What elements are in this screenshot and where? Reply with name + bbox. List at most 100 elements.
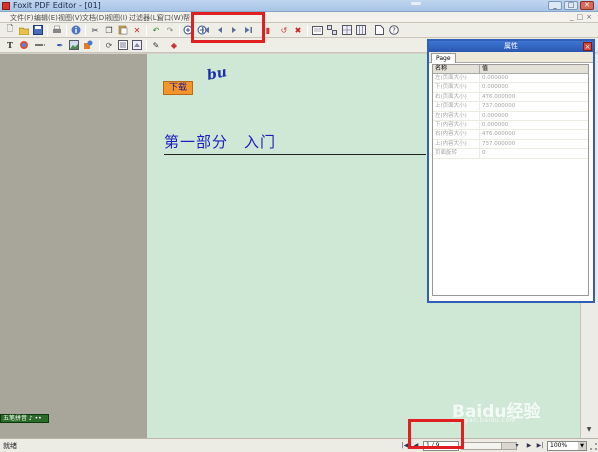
scroll-down-icon[interactable]: ▼ [583,426,595,436]
doc-minimize-button[interactable]: _ [570,13,574,21]
crop-icon[interactable]: ⟳ [103,39,115,51]
first-page-nav-icon[interactable]: |◀ [400,441,410,451]
column-name-header[interactable]: 名称 [433,65,480,73]
property-value: 476.000000 [482,93,516,100]
property-name: 左(内容大小) [433,111,480,120]
property-row[interactable]: 右(内容大小) 476.000000 [433,130,588,140]
resize-grip[interactable] [590,443,597,450]
info-icon[interactable] [70,24,82,36]
dropdown-arrow-icon[interactable]: ▾ [512,441,522,451]
property-row[interactable]: 左(页面大小) 0.000000 [433,74,588,84]
properties-table: 名称 值 左(页面大小) 0.000000 下(页面大小) 0.000000 右(页… [432,64,589,296]
horizontal-scrollbar[interactable] [461,442,517,450]
grid-icon[interactable] [341,24,353,36]
paste-icon[interactable] [117,24,129,36]
heading-underline [164,154,426,155]
property-value: 737.000000 [482,140,516,147]
last-page-nav-icon[interactable]: ▶| [535,441,545,451]
scroll-thumb[interactable] [462,443,502,449]
status-text: 就绪 [3,442,17,450]
zoom-in-icon[interactable] [182,24,194,36]
delete-page-icon[interactable]: ✖ [292,24,304,36]
title-bar: Foxit PDF Editor - [01] _ □ ✕ [0,0,598,12]
zoom-value: 100% [550,442,568,449]
open-icon[interactable] [18,24,30,36]
property-name: 页面旋转 [433,149,480,158]
property-row[interactable]: 下(页面大小) 0.000000 [433,83,588,93]
status-bar: 就绪 |◀ ◀ 1 / 9 ▾ ▶ ▶| 100% ▼ [0,438,598,452]
download-button[interactable]: 下载 [163,81,193,95]
layout-icon[interactable] [355,24,367,36]
undo-icon[interactable]: ↶ [150,24,162,36]
menu-window[interactable]: 窗口(W) [157,13,183,23]
menu-edit[interactable]: 编辑(E) [34,13,58,23]
image-icon[interactable] [68,39,80,51]
layer-icon[interactable] [131,39,143,51]
menu-document[interactable]: 文档(D) [82,13,107,23]
ime-toolbar[interactable]: 五笔拼音 ♪ •• [0,414,49,423]
property-name: 上(页面大小) [433,102,480,111]
cut-icon[interactable]: ✂ [89,24,101,36]
first-page-icon[interactable] [200,24,212,36]
doc-restore-button[interactable]: □ [577,13,584,21]
zoom-dropdown-icon[interactable]: ▼ [578,442,586,450]
thumbnails-icon[interactable] [326,24,338,36]
zoom-select[interactable]: 100% ▼ [547,441,587,451]
fill-icon[interactable]: ◆ [168,39,180,51]
svg-text:?: ? [392,27,396,35]
property-row[interactable]: 上(内容大小) 737.000000 [433,139,588,150]
doc-close-button[interactable]: × [586,13,592,21]
menu-view[interactable]: 视图(V) [58,13,82,23]
page-view-icon[interactable] [311,24,323,36]
menu-view-2[interactable]: 视图(I) [106,13,128,23]
print-icon[interactable] [51,24,63,36]
last-page-icon[interactable] [242,24,254,36]
baidu-watermark-url: jingyan.baidu.com [452,417,516,424]
shape-icon[interactable] [82,39,94,51]
property-name: 上(内容大小) [433,139,480,149]
maximize-button[interactable]: □ [564,1,578,10]
property-row[interactable]: 上(页面大小) 737.000000 [433,102,588,112]
property-name: 下(页面大小) [433,83,480,92]
window-title: Foxit PDF Editor - [01] [13,1,101,10]
main-toolbar: 🗋 ✂ ❐ ✕ ↶ ↷ ▮ ↺ ✖ ? [0,23,598,38]
pen-icon[interactable]: ✒ [54,39,66,51]
minimize-button[interactable]: _ [548,1,562,10]
copy-icon[interactable]: ❐ [103,24,115,36]
delete-icon[interactable]: ✕ [131,24,143,36]
property-row[interactable]: 左(内容大小) 0.000000 [433,111,588,121]
edit-icon[interactable]: ✎ [150,39,162,51]
menu-filter[interactable]: 过滤器(L) [129,13,159,23]
redo-icon[interactable]: ↷ [164,24,176,36]
resize-icon[interactable] [117,39,129,51]
prev-page-nav-icon[interactable]: ◀ [411,441,421,451]
save-icon[interactable] [32,24,44,36]
property-value: 0.000000 [482,84,509,91]
property-value: 0.000000 [482,121,509,128]
insert-page-icon[interactable]: ▮ [262,24,274,36]
properties-header: 名称 值 [433,65,588,74]
property-row[interactable]: 下(内容大小) 0.000000 [433,120,588,131]
property-value: 737.000000 [482,103,516,110]
next-page-nav-icon[interactable]: ▶ [524,441,534,451]
close-button[interactable]: ✕ [580,1,594,10]
properties-close-button[interactable]: × [583,42,592,51]
property-row[interactable]: 页面旋转 0 [433,149,588,159]
rotate-icon[interactable]: ↺ [278,24,290,36]
page-number-field[interactable]: 1 / 9 [423,441,459,451]
menu-bar: 文件(F) 编辑(E) 视图(V) 文档(D) 视图(I) 过滤器(L) 窗口(… [0,12,598,23]
extract-icon[interactable] [373,24,385,36]
text-tool-icon[interactable]: T [4,39,16,51]
menu-file[interactable]: 文件(F) [10,13,34,23]
help-icon[interactable]: ? [388,24,400,36]
next-page-icon[interactable] [228,24,240,36]
line-icon[interactable] [34,39,46,51]
prev-page-icon[interactable] [214,24,226,36]
color-icon[interactable] [18,39,30,51]
property-row[interactable]: 右(页面大小) 476.000000 [433,92,588,103]
column-value-header[interactable]: 值 [480,65,588,73]
menu-help[interactable]: 帮 [183,13,190,23]
new-icon[interactable]: 🗋 [4,24,16,36]
tab-page[interactable]: Page [431,53,456,63]
property-value: 0.000000 [482,75,509,81]
